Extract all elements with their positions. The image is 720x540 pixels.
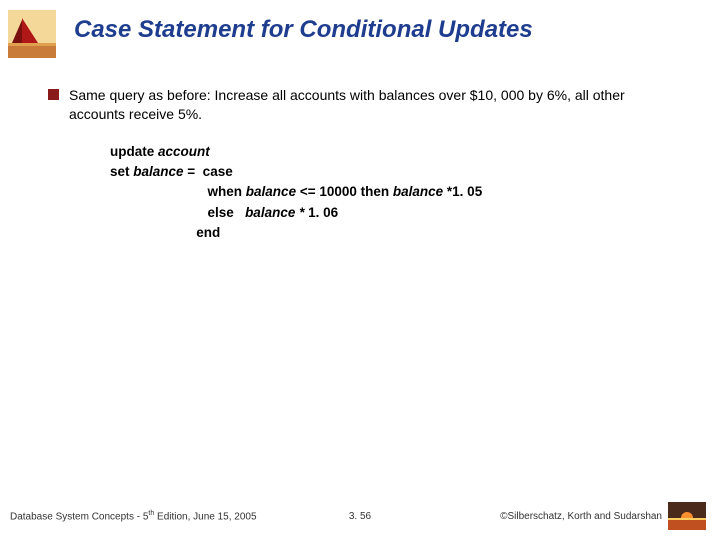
pad <box>110 184 208 199</box>
val-105: *1. 05 <box>447 184 482 199</box>
kw-else: else <box>208 205 246 220</box>
id-balance-4: balance * <box>245 205 308 220</box>
id-balance-3: balance <box>393 184 447 199</box>
footer-book: Database System Concepts - 5 <box>10 511 148 522</box>
sunset-icon <box>668 502 706 530</box>
op-lte: <= 10000 <box>296 184 361 199</box>
pad <box>110 225 196 240</box>
page-title: Case Statement for Conditional Updates <box>74 10 533 45</box>
footer-copyright: ©Silberschatz, Korth and Sudarshan <box>500 511 662 522</box>
code-block: update account set balance = case when b… <box>48 142 680 243</box>
bullet-text: Same query as before: Increase all accou… <box>69 86 680 124</box>
kw-set: set <box>110 164 133 179</box>
footer-left: Database System Concepts - 5th Edition, … <box>10 510 257 522</box>
kw-then: then <box>361 184 393 199</box>
footer-date: Edition, June 15, 2005 <box>154 511 256 522</box>
footer-page-number: 3. 56 <box>349 511 371 522</box>
square-bullet-icon <box>48 89 59 100</box>
id-balance-1: balance <box>133 164 183 179</box>
kw-case: = case <box>184 164 233 179</box>
pad <box>110 205 208 220</box>
content-area: Same query as before: Increase all accou… <box>0 58 720 243</box>
kw-end: end <box>196 225 220 240</box>
kw-update: update <box>110 144 158 159</box>
id-balance-2: balance <box>246 184 296 199</box>
id-account: account <box>158 144 210 159</box>
footer: Database System Concepts - 5th Edition, … <box>0 502 720 530</box>
footer-right: ©Silberschatz, Korth and Sudarshan <box>500 502 706 530</box>
sailboat-icon <box>8 10 56 58</box>
val-106: 1. 06 <box>308 205 338 220</box>
bullet-item: Same query as before: Increase all accou… <box>48 86 680 124</box>
kw-when: when <box>208 184 246 199</box>
